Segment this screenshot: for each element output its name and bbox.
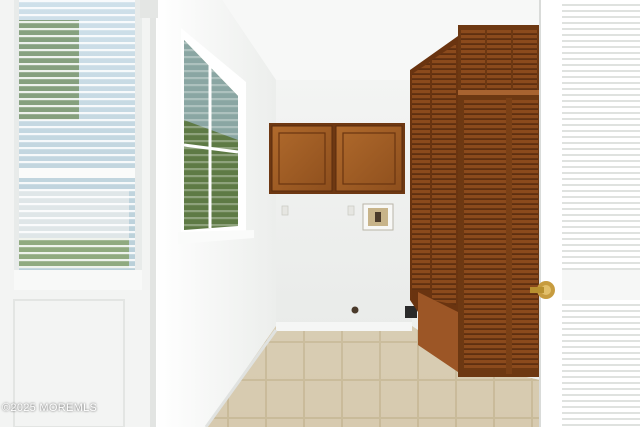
room-illustration <box>0 0 640 427</box>
watermark-text: ©2025 MOREMLS <box>2 402 98 414</box>
laundry-room-photo: ©2025 MOREMLS <box>0 0 640 427</box>
